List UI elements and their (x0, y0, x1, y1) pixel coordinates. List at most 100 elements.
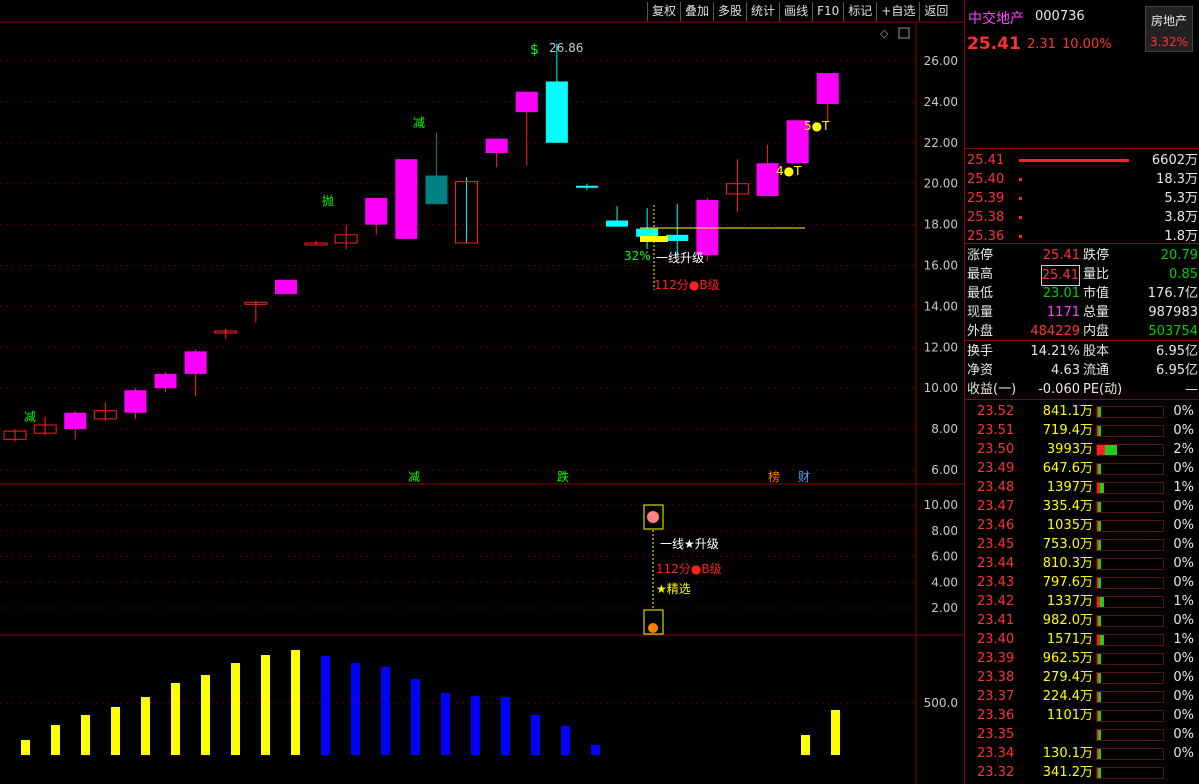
depth-row[interactable]: 23.38 279.4万 0% (965, 668, 1199, 687)
bottom-marker: 财 (798, 470, 810, 484)
volume-bar (381, 667, 390, 755)
indicator-tick: 2.00 (931, 601, 958, 615)
depth-row[interactable]: 23.47 335.4万 0% (965, 497, 1199, 516)
depth-volume: 810.3万 (1042, 556, 1093, 571)
kline-chart[interactable]: 26.00 24.00 22.00 20.00 18.00 16.00 14.00 12.00… (0, 0, 964, 784)
volume-bar (81, 715, 90, 755)
indicator-tick: 6.00 (931, 550, 958, 564)
depth-pct: 0% (1173, 461, 1194, 476)
depth-row[interactable]: 23.43 797.6万 0% (965, 573, 1199, 592)
toolbar-btn-4[interactable]: 画线 (779, 2, 812, 21)
stat-label: 外盘 (967, 324, 994, 339)
candle-body (274, 279, 297, 295)
depth-pct: 0% (1173, 613, 1194, 628)
depth-bar-frame (1096, 501, 1164, 513)
quote-panel: 中交地产 000736 房地产 3.32% 25.41 2.31 10.00% … (964, 0, 1199, 784)
volume-bar (411, 679, 420, 755)
depth-bar-frame (1096, 767, 1164, 779)
book-row[interactable]: 25.41 6602万 (965, 151, 1199, 170)
depth-volume: 982.0万 (1042, 613, 1093, 628)
toolbar-btn-5[interactable]: F10 (812, 2, 843, 21)
sector-box[interactable]: 房地产 3.32% (1145, 6, 1193, 52)
bottom-marker: 跌 (557, 469, 569, 484)
toolbar-btn-3[interactable]: 统计 (746, 2, 779, 21)
depth-pct: 0% (1173, 575, 1194, 590)
toolbar-btn-1[interactable]: 叠加 (680, 2, 713, 21)
depth-row[interactable]: 23.40 1571万 1% (965, 630, 1199, 649)
signal-text: 112分●B级 (656, 562, 722, 576)
toolbar-btn-2[interactable]: 多股 (713, 2, 746, 21)
toolbar-btn-7[interactable]: +自选 (876, 2, 919, 21)
depth-price: 23.39 (977, 651, 1015, 666)
candle-body (64, 412, 87, 430)
depth-bar-frame (1096, 672, 1164, 684)
depth-row[interactable]: 23.36 1101万 0% (965, 706, 1199, 725)
depth-bar-frame (1096, 615, 1164, 627)
depth-row[interactable]: 23.37 224.4万 0% (965, 687, 1199, 706)
depth-bar-frame (1096, 729, 1164, 741)
stat-value: 0.85 (1169, 267, 1198, 282)
candle-body (636, 228, 659, 237)
volume-bar (291, 650, 300, 755)
stat-row: 现量 1171 总量 987983 (965, 303, 1199, 322)
depth-row[interactable]: 23.34 130.1万 0% (965, 744, 1199, 763)
stat-row: 收益(一) -0.060 PE(动) — (965, 380, 1199, 399)
diamond-icon: ◇ (880, 27, 889, 40)
depth-price: 23.49 (977, 461, 1015, 476)
toolbar-btn-6[interactable]: 标记 (843, 2, 876, 21)
indicator-tick: 8.00 (931, 524, 958, 538)
depth-row[interactable]: 23.42 1337万 1% (965, 592, 1199, 611)
depth-bar-frame (1096, 539, 1164, 551)
stat-row: 涨停 25.41 跌停 20.79 (965, 246, 1199, 265)
depth-bar-frame (1096, 406, 1164, 418)
price-tick: 12.00 (924, 340, 958, 354)
price-tick: 18.00 (924, 218, 958, 232)
toolbar-btn-0[interactable]: 复权 (647, 2, 680, 21)
toolbar-btn-8[interactable]: 返回 (919, 2, 952, 21)
stat-value: 20.79 (1160, 248, 1198, 263)
depth-volume: 279.4万 (1042, 670, 1093, 685)
depth-row[interactable]: 23.45 753.0万 0% (965, 535, 1199, 554)
depth-bar (1097, 559, 1101, 569)
volume-bar (21, 740, 30, 755)
depth-row[interactable]: 23.52 841.1万 0% (965, 402, 1199, 421)
depth-bar-frame (1096, 653, 1164, 665)
depth-row[interactable]: 23.48 1397万 1% (965, 478, 1199, 497)
depth-volume: 719.4万 (1042, 423, 1093, 438)
book-row[interactable]: 25.38 3.8万 (965, 208, 1199, 227)
depth-volume: 1101万 (1046, 708, 1093, 723)
depth-pct: 2% (1173, 442, 1194, 457)
depth-price: 23.47 (977, 499, 1015, 514)
stat-value: 6.95亿 (1156, 344, 1198, 359)
depth-row[interactable]: 23.51 719.4万 0% (965, 421, 1199, 440)
book-row[interactable]: 25.39 5.3万 (965, 189, 1199, 208)
depth-price: 23.41 (977, 613, 1015, 628)
depth-row[interactable]: 23.49 647.6万 0% (965, 459, 1199, 478)
depth-row[interactable]: 23.46 1035万 0% (965, 516, 1199, 535)
depth-bar (1097, 540, 1101, 550)
stat-value: 25.41 (1040, 265, 1080, 286)
depth-row[interactable]: 23.41 982.0万 0% (965, 611, 1199, 630)
depth-row[interactable]: 23.32 341.2万 (965, 763, 1199, 782)
depth-row[interactable]: 23.39 962.5万 0% (965, 649, 1199, 668)
depth-price: 23.42 (977, 594, 1015, 609)
depth-bar-frame (1096, 558, 1164, 570)
depth-bar-frame (1096, 482, 1164, 494)
price-tick: 8.00 (931, 422, 958, 436)
volume-bar (171, 683, 180, 755)
depth-price: 23.34 (977, 746, 1015, 761)
candle-body (606, 220, 629, 227)
price-tick: 24.00 (924, 95, 958, 109)
depth-volume: 1035万 (1046, 518, 1093, 533)
depth-row[interactable]: 23.44 810.3万 0% (965, 554, 1199, 573)
volume-bar (51, 725, 60, 755)
depth-bar (1097, 464, 1101, 474)
depth-row[interactable]: 23.50 3993万 2% (965, 440, 1199, 459)
depth-price: 23.51 (977, 423, 1015, 438)
depth-bar (1097, 673, 1101, 683)
stat-value: 484229 (1030, 324, 1080, 339)
depth-price: 23.46 (977, 518, 1015, 533)
book-row[interactable]: 25.40 18.3万 (965, 170, 1199, 189)
candle-body (184, 351, 207, 374)
depth-row[interactable]: 23.35 0% (965, 725, 1199, 744)
